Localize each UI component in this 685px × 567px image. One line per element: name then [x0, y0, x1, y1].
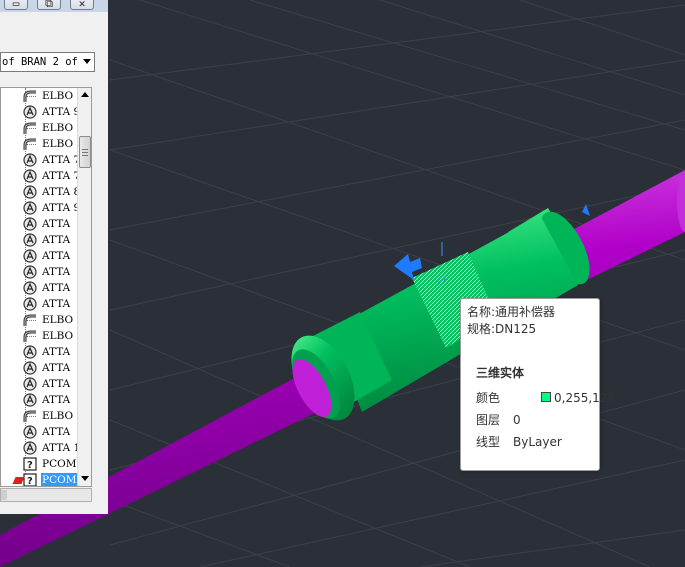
- tree-item-label: ATTA: [42, 218, 71, 230]
- elbow-icon: [22, 312, 38, 328]
- tooltip-name: 名称:通用补偿器: [467, 305, 556, 319]
- elbow-icon: [22, 136, 38, 152]
- design-tree-panel: ▭ ⧉ ✕ of BRAN 2 of ELBO 9 ATTA 9 ELBO 8 ELB…: [0, 0, 108, 514]
- hscroll-thumb[interactable]: [1, 490, 7, 500]
- attachment-icon: [22, 376, 38, 392]
- tooltip-color-value: 0,255,128: [554, 391, 616, 405]
- attachment-icon: [22, 248, 38, 264]
- elbow-icon: [22, 120, 38, 136]
- attachment-icon: [22, 264, 38, 280]
- elbow-icon: [22, 328, 38, 344]
- tree-item-label: ATTA: [42, 234, 71, 246]
- elbow-icon: [22, 88, 38, 104]
- svg-text:?: ?: [27, 460, 33, 471]
- tooltip-layer-label: 图层: [476, 413, 501, 427]
- chevron-down-icon[interactable]: [83, 59, 91, 64]
- attachment-icon: [22, 152, 38, 168]
- tree-item-label: ATTA: [42, 378, 71, 390]
- attachment-icon: [22, 104, 38, 120]
- tree-item-label: ATTA: [42, 298, 71, 310]
- tree-item-label: ATTA: [42, 394, 71, 406]
- attachment-icon: [22, 296, 38, 312]
- tree-item-label: ATTA 7: [42, 170, 81, 182]
- minimize-button[interactable]: ▭: [4, 0, 28, 10]
- branch-selector-dropdown[interactable]: of BRAN 2 of: [0, 52, 95, 72]
- tree-item-label: ATTA: [42, 282, 71, 294]
- tree-item-label: ELBO: [42, 410, 74, 422]
- attachment-icon: [22, 184, 38, 200]
- attachment-icon: [22, 424, 38, 440]
- attachment-icon: [22, 360, 38, 376]
- scroll-down-icon[interactable]: [81, 476, 89, 481]
- tree-item-label: PCOM: [42, 458, 77, 470]
- tree-item-label: ATTA 7: [42, 154, 81, 166]
- svg-text:?: ?: [27, 476, 33, 487]
- tree-horizontal-scrollbar[interactable]: [0, 488, 92, 502]
- elbow-icon: [22, 408, 38, 424]
- pcom-unknown-icon: ?: [22, 456, 38, 472]
- attachment-icon: [22, 232, 38, 248]
- attachment-icon: [22, 392, 38, 408]
- tooltip-linetype-label: 线型: [476, 435, 501, 449]
- attachment-icon: [22, 280, 38, 296]
- attachment-icon: [22, 168, 38, 184]
- tree-item-label: ATTA: [42, 250, 71, 262]
- tree-item-label: ATTA: [42, 426, 71, 438]
- close-button[interactable]: ✕: [70, 0, 94, 10]
- tree-item-label: ATTA: [42, 266, 71, 278]
- attachment-icon: [22, 216, 38, 232]
- attachment-icon: [22, 344, 38, 360]
- tooltip-linetype-value: ByLayer: [513, 435, 562, 449]
- tree-item-label: ATTA: [42, 346, 71, 358]
- attachment-icon: [22, 440, 38, 456]
- tooltip-spec: 规格:DN125: [467, 322, 537, 336]
- scroll-up-icon[interactable]: [81, 92, 89, 97]
- object-tooltip: 名称:通用补偿器 规格:DN125 三维实体 颜色 0,255,128 图层 0…: [460, 298, 615, 471]
- panel-titlebar: ▭ ⧉ ✕: [0, 0, 108, 12]
- tree-vertical-scrollbar[interactable]: [77, 88, 91, 486]
- tooltip-color-label: 颜色: [476, 391, 501, 405]
- tooltip-type: 三维实体: [476, 366, 525, 380]
- attachment-icon: [22, 200, 38, 216]
- tree-item-label: ATTA 1: [42, 442, 81, 454]
- branch-selector-value: of BRAN 2 of: [2, 56, 78, 68]
- tree-item-label: ATTA 9: [42, 202, 81, 214]
- tree-item-label: ATTA: [42, 362, 71, 374]
- pcom-unknown-icon: ?: [22, 472, 38, 487]
- ground-grid: [109, 0, 685, 567]
- tooltip-layer-value: 0: [513, 413, 521, 427]
- tree-item-label: ATTA 8: [42, 186, 81, 198]
- tree-item-label: ATTA 9: [42, 106, 81, 118]
- scroll-thumb[interactable]: [79, 136, 91, 168]
- color-swatch: [541, 392, 551, 402]
- restore-button[interactable]: ⧉: [37, 0, 61, 10]
